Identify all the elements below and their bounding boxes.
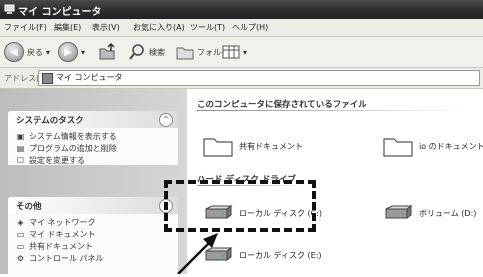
place-label: 共有ドキュメント — [29, 242, 93, 251]
folder-icon — [383, 138, 413, 157]
control-panel-icon: ☐ — [16, 156, 25, 165]
files-section-title: このコンピュータに保存されているファイル — [197, 100, 367, 110]
folder-label: io のドキュメント — [419, 141, 483, 151]
search-icon — [129, 44, 144, 60]
drive-label: ボリューム (D:) — [419, 208, 477, 218]
system-tasks-title: システムのタスク — [16, 116, 84, 126]
place-control-panel[interactable]: ⚙ コントロール パネル — [8, 253, 178, 265]
task-view-system-info[interactable]: ▣ システム情報を表示する — [8, 131, 178, 143]
place-my-network[interactable]: ◈ マイ ネットワーク — [8, 217, 178, 229]
task-add-remove-programs[interactable]: ▤ プログラムの追加と削除 — [8, 143, 178, 155]
views-icon — [222, 45, 240, 59]
other-places-title: その他 — [16, 202, 42, 212]
menu-favorites[interactable]: お気に入り(A) — [133, 22, 185, 33]
search-label: 検索 — [149, 47, 165, 57]
computer-icon — [4, 4, 15, 14]
drive-e[interactable]: ローカル ディスク (E:) — [203, 247, 322, 263]
back-button[interactable]: ◀ 戻る ▾ — [4, 42, 50, 62]
info-icon: ▣ — [16, 132, 25, 141]
task-label: 設定を変更する — [29, 156, 85, 165]
place-label: コントロール パネル — [29, 254, 104, 263]
place-my-documents[interactable]: ▭ マイ ドキュメント — [8, 229, 178, 241]
back-label: 戻る — [27, 47, 43, 57]
forward-dropdown-icon[interactable]: ▾ — [81, 48, 85, 57]
folder-shared-documents[interactable]: 共有ドキュメント — [203, 135, 303, 157]
system-tasks-panel: システムのタスク ⌃ ▣ システム情報を表示する ▤ プログラムの追加と削除 ☐… — [8, 111, 178, 165]
back-arrow-icon: ◀ — [4, 42, 24, 62]
section-divider — [197, 110, 467, 111]
other-places-header[interactable]: その他 ⌃ — [8, 197, 178, 214]
folder-icon: ▭ — [16, 242, 25, 251]
task-label: プログラムの追加と削除 — [29, 144, 117, 153]
other-places-panel: その他 ⌃ ◈ マイ ネットワーク ▭ マイ ドキュメント ▭ 共有ドキュメント… — [8, 197, 178, 277]
menu-help[interactable]: ヘルプ(H) — [232, 22, 268, 33]
folders-icon — [176, 47, 194, 60]
system-tasks-header[interactable]: システムのタスク ⌃ — [8, 111, 178, 128]
address-field[interactable]: マイ コンピュータ — [38, 70, 480, 86]
views-button[interactable]: ▾ — [222, 42, 247, 62]
folder-icon — [203, 138, 233, 157]
task-pane: システムのタスク ⌃ ▣ システム情報を表示する ▤ プログラムの追加と削除 ☐… — [0, 89, 187, 277]
up-folder-icon — [99, 43, 115, 60]
programs-icon: ▤ — [16, 144, 25, 153]
address-value: マイ コンピュータ — [56, 73, 123, 82]
search-button[interactable]: 検索 — [128, 42, 165, 62]
folder-label: 共有ドキュメント — [239, 141, 303, 151]
place-label: マイ ドキュメント — [29, 230, 96, 239]
task-label: システム情報を表示する — [29, 132, 117, 141]
highlight-box — [164, 180, 316, 232]
menu-file[interactable]: ファイル(F) — [4, 22, 47, 33]
back-dropdown-icon[interactable]: ▾ — [46, 48, 50, 57]
views-dropdown-icon[interactable]: ▾ — [243, 48, 247, 57]
title-bar: マイ コンピュータ — [0, 0, 483, 19]
toolbar: ◀ 戻る ▾ ▶ ▾ 検索 フォルダ ▾ — [0, 37, 483, 68]
collapse-chevron-icon[interactable]: ⌃ — [159, 113, 173, 127]
menu-tools[interactable]: ツール(T) — [190, 22, 225, 33]
drive-d[interactable]: ボリューム (D:) — [383, 205, 476, 221]
hard-drive-icon — [205, 247, 233, 261]
window-title: マイ コンピュータ — [18, 7, 102, 18]
network-icon: ◈ — [17, 218, 24, 227]
forward-button[interactable]: ▶ ▾ — [58, 42, 85, 62]
up-folder-button[interactable] — [98, 42, 116, 62]
drive-label: ローカル ディスク (E:) — [239, 250, 322, 260]
hard-drive-icon — [385, 205, 413, 219]
menu-edit[interactable]: 編集(E) — [54, 22, 81, 33]
menu-view[interactable]: 表示(V) — [92, 22, 120, 33]
task-change-setting[interactable]: ☐ 設定を変更する — [8, 155, 178, 167]
forward-arrow-icon: ▶ — [58, 42, 78, 62]
computer-icon — [42, 73, 53, 84]
place-shared-documents[interactable]: ▭ 共有ドキュメント — [8, 241, 178, 253]
address-bar: アドレス(D) マイ コンピュータ — [0, 68, 483, 89]
menu-bar: ファイル(F) 編集(E) 表示(V) お気に入り(A) ツール(T) ヘルプ(… — [0, 19, 483, 37]
place-label: マイ ネットワーク — [29, 218, 96, 227]
folder-icon: ▭ — [16, 230, 25, 239]
folder-user-documents[interactable]: io のドキュメント — [383, 135, 483, 157]
control-panel-icon: ⚙ — [16, 254, 25, 263]
